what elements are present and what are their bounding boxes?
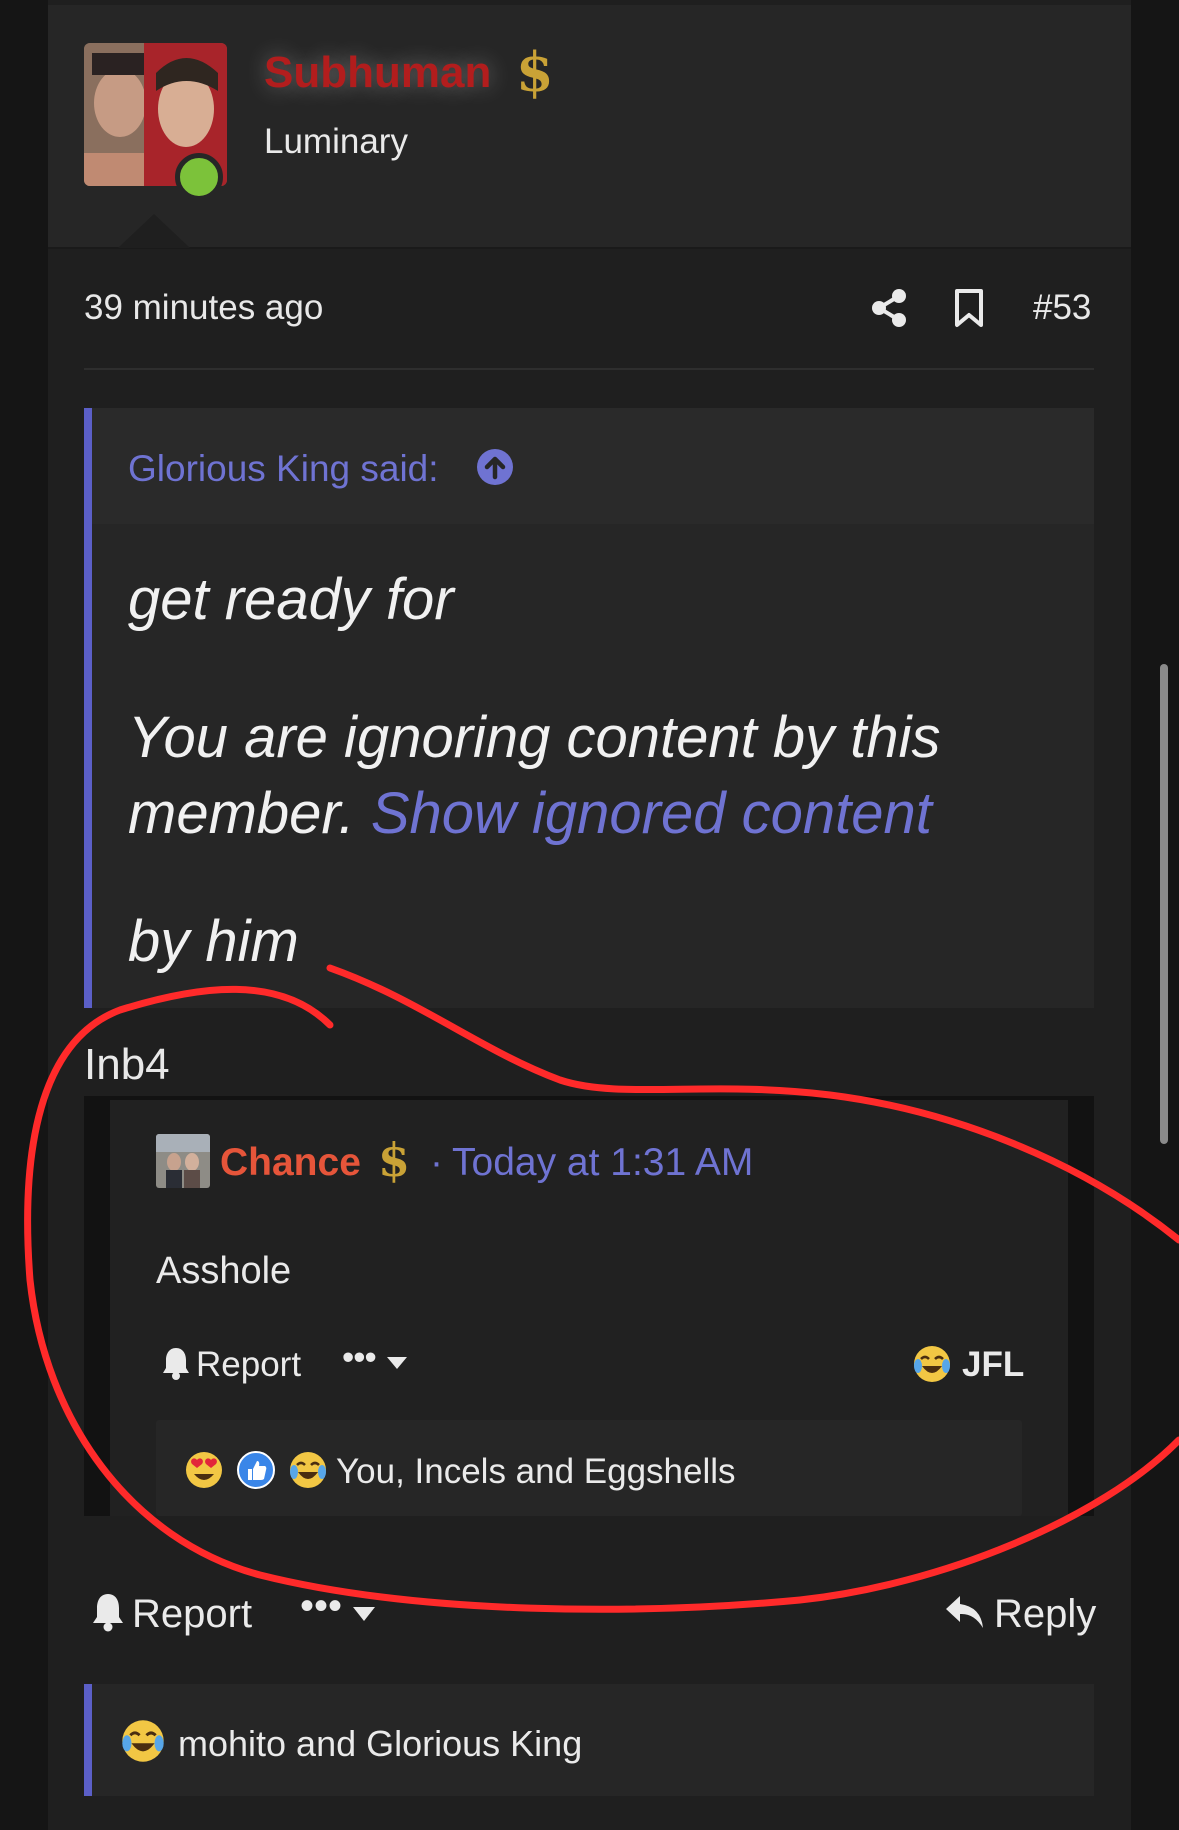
online-status-indicator [175, 153, 223, 201]
bell-icon[interactable] [92, 1592, 124, 1632]
post-body-text: Inb4 [84, 1040, 170, 1089]
comment-report-link[interactable]: Report [196, 1345, 301, 1385]
comment-more-options[interactable]: ••• [342, 1338, 377, 1378]
comment-react-button[interactable]: JFL [962, 1345, 1024, 1385]
post-more-options[interactable]: ••• [300, 1584, 342, 1629]
tears-of-joy-emoji-icon[interactable] [912, 1344, 952, 1384]
donor-badge-icon: $ [516, 40, 554, 104]
reply-button[interactable]: Reply [994, 1592, 1096, 1637]
tears-of-joy-emoji-icon [120, 1718, 166, 1764]
avatar[interactable] [156, 1134, 210, 1188]
divider [84, 368, 1094, 370]
scrollbar[interactable] [1160, 664, 1168, 1144]
comment-reactions-summary[interactable]: You, Incels and Eggshells [336, 1452, 736, 1492]
donor-badge-icon: $ [378, 1133, 411, 1187]
quote-text: member. [128, 781, 355, 846]
heart-eyes-emoji-icon [184, 1450, 224, 1490]
comment-timestamp[interactable]: Today at 1:31 AM [452, 1141, 753, 1185]
post-number-link[interactable]: #53 [1033, 288, 1091, 328]
quote-text-line: You are ignoring content by this [128, 705, 941, 770]
quote-text-line: by him [128, 909, 299, 974]
share-icon[interactable] [870, 288, 908, 328]
quote-text-line: member. Show ignored content [128, 780, 932, 847]
post-reactions-summary[interactable]: mohito and Glorious King [178, 1723, 582, 1765]
comment-body-text: Asshole [156, 1250, 292, 1292]
left-gutter [0, 0, 48, 1830]
tears-of-joy-emoji-icon [288, 1450, 328, 1490]
quote-text-line: get ready for [128, 567, 454, 632]
bell-icon[interactable] [162, 1346, 190, 1380]
arrow-up-circle-icon[interactable] [476, 448, 514, 486]
bookmark-icon[interactable] [953, 288, 985, 328]
separator: · [430, 1141, 443, 1184]
like-icon [236, 1450, 276, 1490]
show-ignored-content-link[interactable]: Show ignored content [371, 781, 932, 846]
caret-down-icon[interactable] [386, 1356, 408, 1370]
comment-author-name[interactable]: Chance [220, 1141, 361, 1185]
user-title: Luminary [264, 122, 408, 161]
post-timestamp[interactable]: 39 minutes ago [84, 288, 323, 328]
header-notch [118, 214, 190, 248]
right-gutter [1131, 0, 1179, 1830]
reply-icon[interactable] [944, 1593, 986, 1631]
quote-author-link[interactable]: Glorious King said: [128, 448, 439, 490]
post-report-link[interactable]: Report [132, 1592, 252, 1637]
caret-down-icon[interactable] [352, 1606, 376, 1622]
post-author-name[interactable]: Subhuman [264, 48, 491, 98]
